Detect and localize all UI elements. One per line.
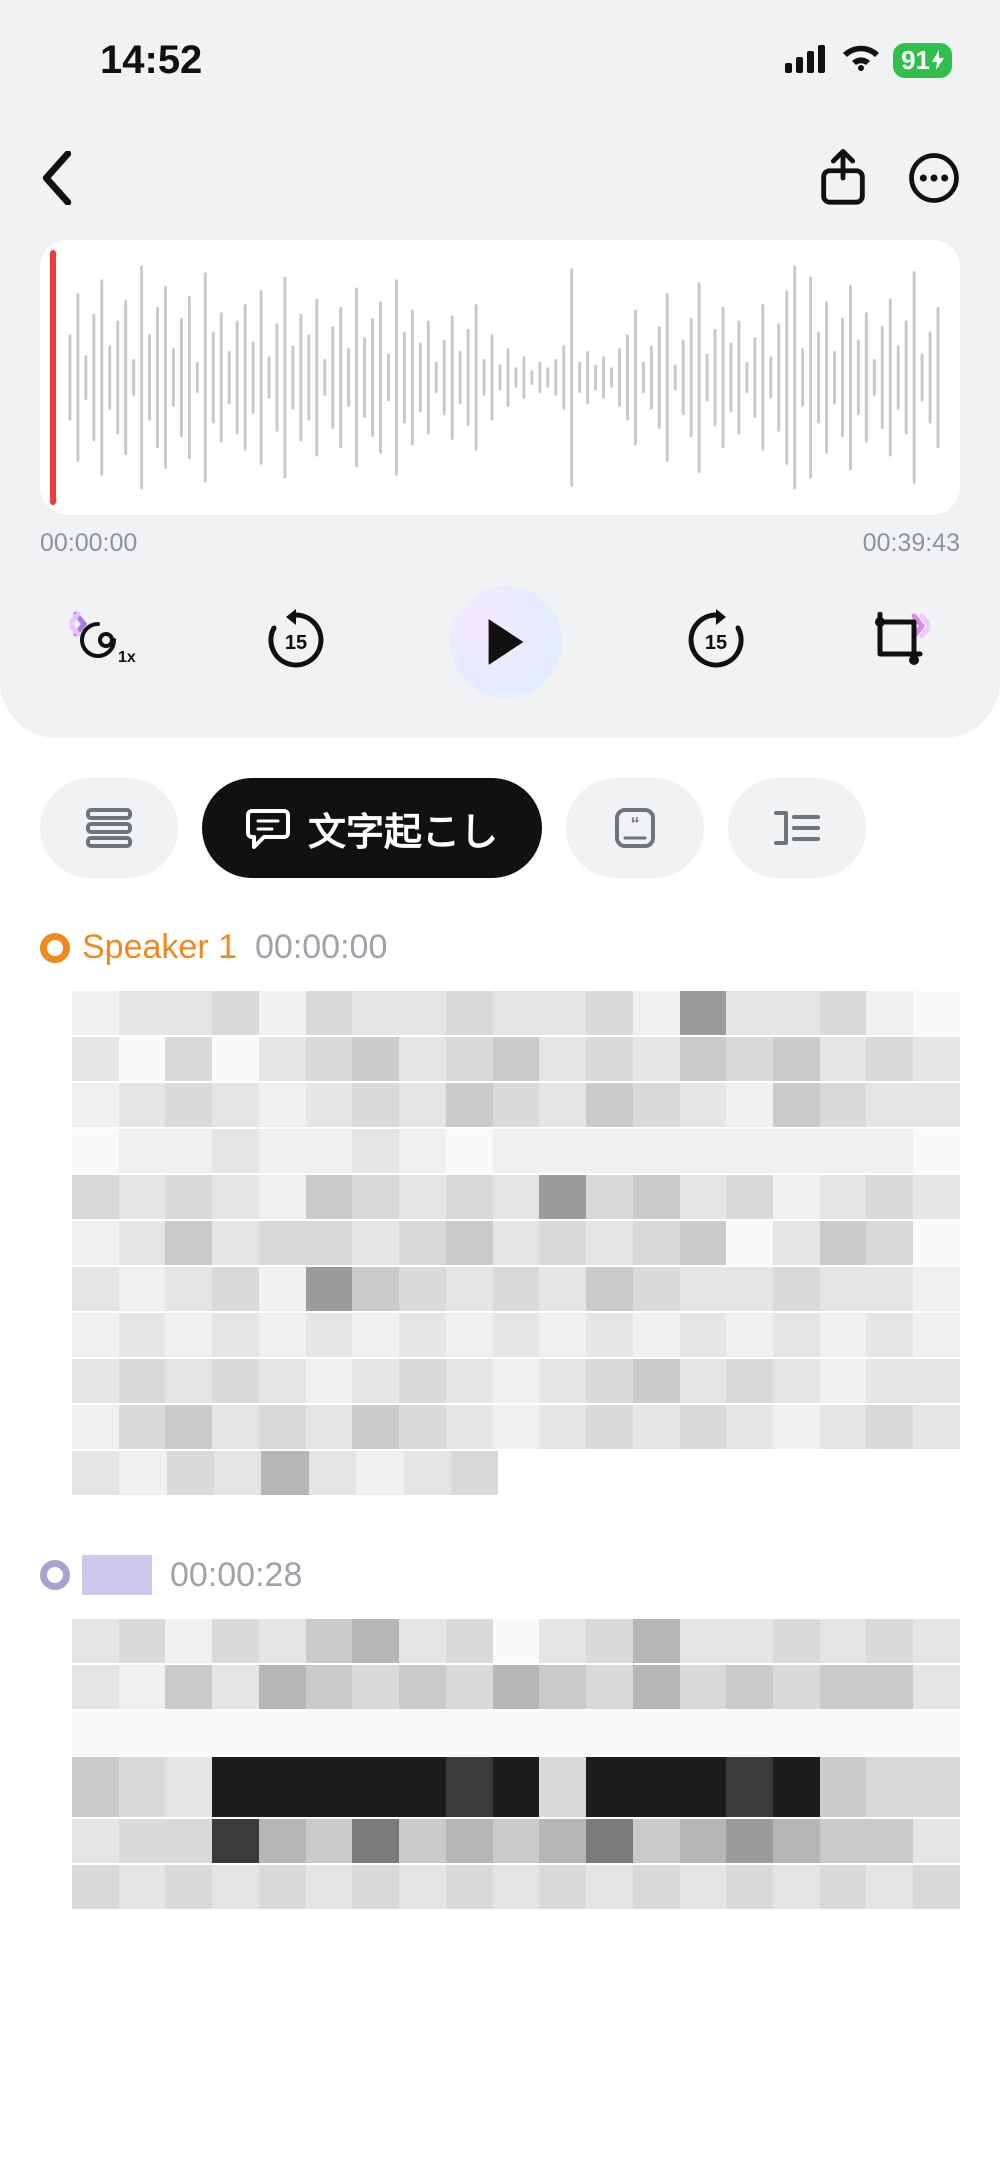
signal-icon bbox=[785, 43, 829, 78]
tab-transcript[interactable]: 文字起こし bbox=[202, 778, 542, 878]
transcript-text-redacted bbox=[40, 1619, 960, 1909]
quote-icon: “ bbox=[613, 806, 657, 850]
wifi-icon bbox=[841, 43, 881, 78]
transcript: Speaker 1 00:00:00 00:00:28 bbox=[0, 878, 1000, 1909]
player-controls: 1x 15 15 bbox=[40, 586, 960, 698]
status-bar: 14:52 91 bbox=[0, 0, 1000, 120]
playback-speed-button[interactable]: 1x bbox=[70, 610, 142, 675]
trim-button[interactable] bbox=[870, 612, 930, 673]
tab-transcript-label: 文字起こし bbox=[308, 801, 498, 856]
speaker-bullet-icon bbox=[40, 1560, 70, 1590]
audio-player: 00:00:00 00:39:43 1x 15 bbox=[0, 240, 1000, 738]
tab-quotes[interactable]: “ bbox=[566, 778, 704, 878]
svg-text:“: “ bbox=[631, 814, 640, 834]
status-time: 14:52 bbox=[100, 38, 202, 83]
speaker-name-redacted bbox=[82, 1555, 152, 1595]
speaker-bullet-icon bbox=[40, 933, 70, 963]
battery-level: 91 bbox=[901, 45, 930, 76]
duration-time: 00:39:43 bbox=[863, 529, 960, 558]
skip-forward-button[interactable]: 15 bbox=[685, 609, 747, 676]
waveform-bars bbox=[52, 240, 948, 515]
battery-badge: 91 bbox=[893, 43, 952, 78]
chat-icon bbox=[246, 807, 290, 849]
top-nav bbox=[0, 120, 1000, 240]
outline-icon bbox=[774, 809, 820, 847]
svg-text:15: 15 bbox=[705, 632, 727, 654]
tab-list-view[interactable] bbox=[40, 778, 178, 878]
time-row: 00:00:00 00:39:43 bbox=[40, 529, 960, 558]
view-tabs: 文字起こし “ bbox=[0, 738, 1000, 878]
share-button[interactable] bbox=[818, 149, 868, 212]
play-button[interactable] bbox=[450, 586, 562, 698]
waveform[interactable] bbox=[40, 240, 960, 515]
speaker-name: Speaker 1 bbox=[82, 928, 237, 967]
speaker-timestamp: 00:00:28 bbox=[170, 1556, 302, 1595]
status-indicators: 91 bbox=[785, 43, 952, 78]
transcript-entry-header[interactable]: 00:00:28 bbox=[40, 1555, 960, 1595]
speaker-timestamp: 00:00:00 bbox=[255, 928, 387, 967]
tab-outline[interactable] bbox=[728, 778, 866, 878]
transcript-entry-header[interactable]: Speaker 1 00:00:00 bbox=[40, 928, 960, 967]
back-button[interactable] bbox=[40, 151, 74, 210]
transcript-text-redacted bbox=[40, 991, 960, 1495]
play-icon bbox=[484, 617, 528, 667]
charging-icon bbox=[932, 50, 944, 70]
more-button[interactable] bbox=[908, 152, 960, 209]
current-time: 00:00:00 bbox=[40, 529, 137, 558]
speed-label: 1x bbox=[118, 649, 136, 666]
list-icon bbox=[86, 808, 132, 848]
playhead[interactable] bbox=[50, 250, 56, 505]
svg-text:15: 15 bbox=[285, 632, 307, 654]
skip-back-button[interactable]: 15 bbox=[265, 609, 327, 676]
